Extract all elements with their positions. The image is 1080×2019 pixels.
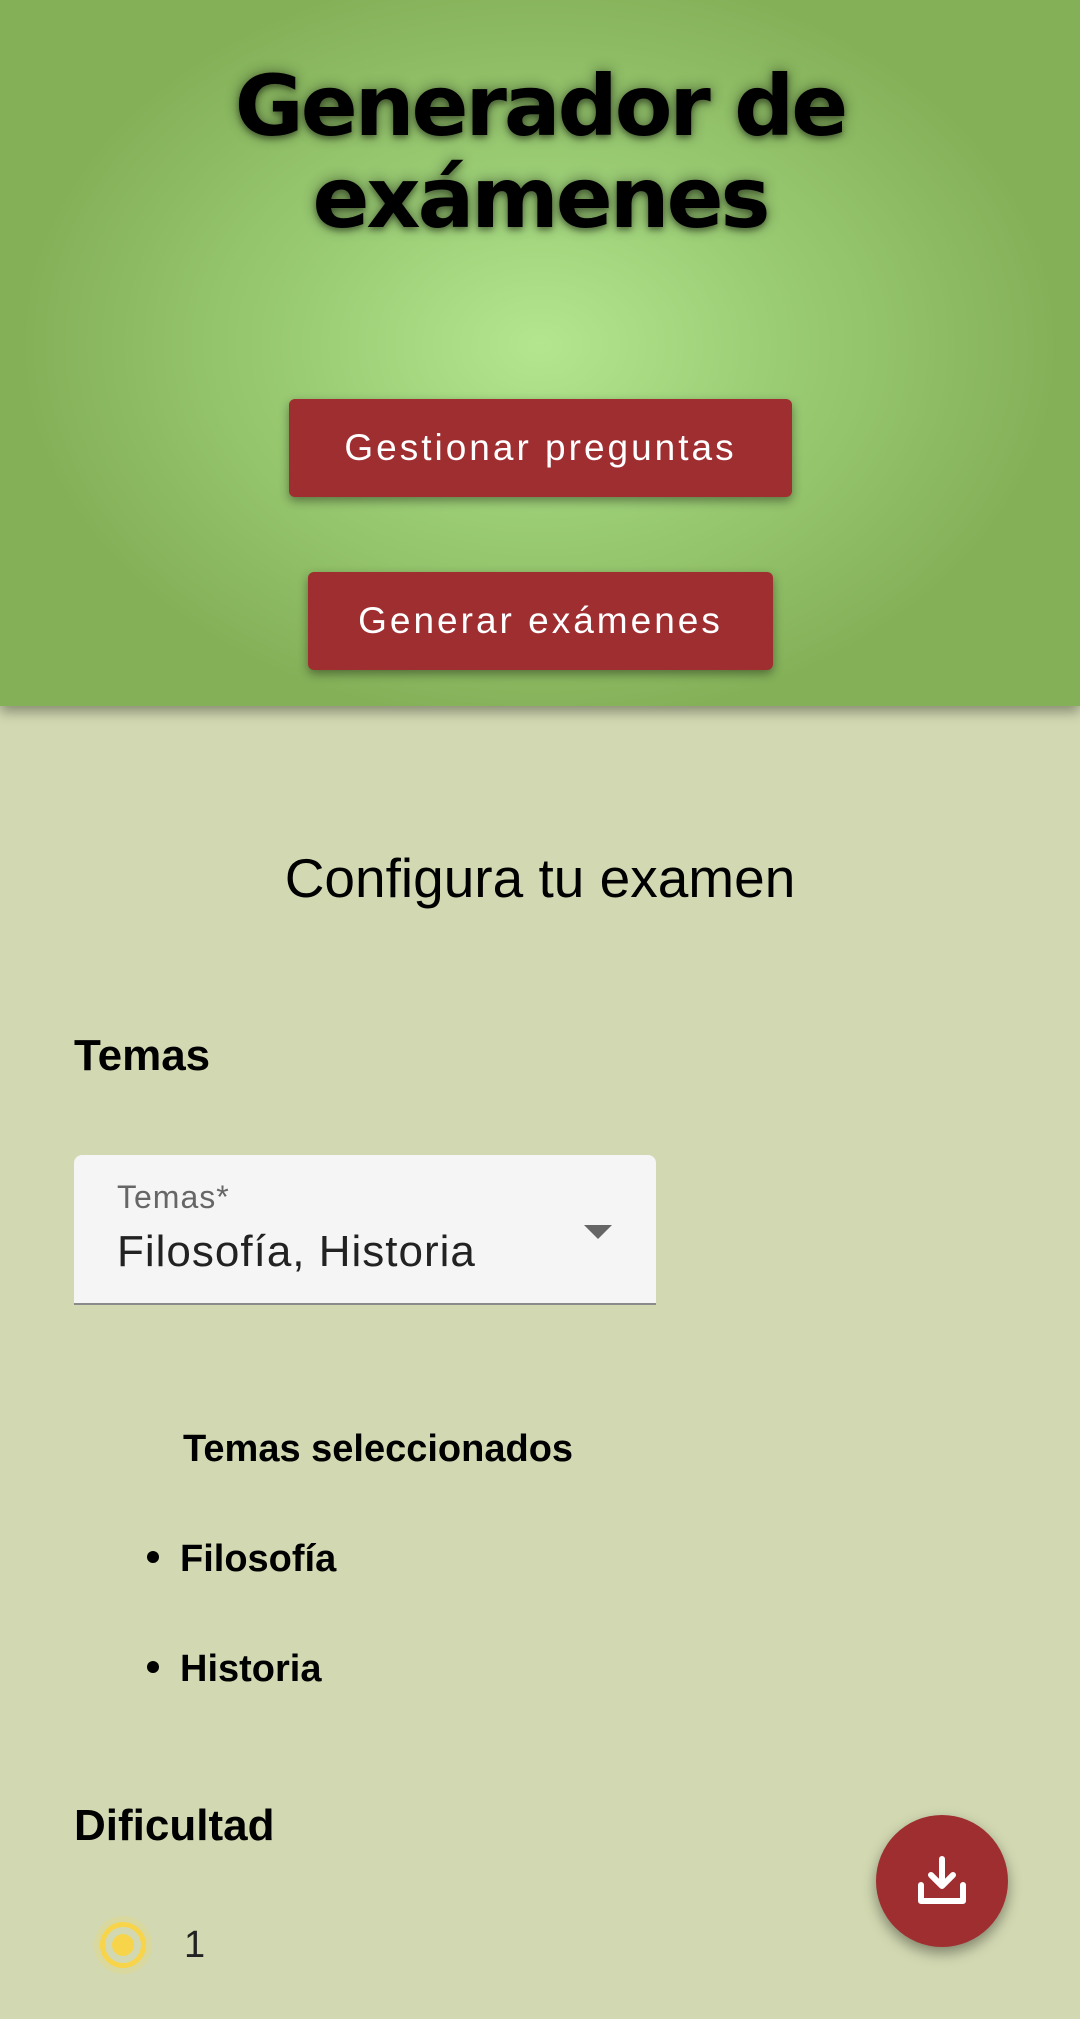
topic-label: Filosofía (180, 1538, 337, 1580)
difficulty-heading: Dificultad (74, 1801, 275, 1850)
topics-select[interactable]: Temas* Filosofía, Historia (74, 1155, 656, 1305)
radio-checked-icon (112, 1934, 134, 1956)
difficulty-option-1[interactable]: 1 (100, 1915, 205, 1975)
app-title: Generador de exámenes (234, 57, 848, 247)
dropdown-arrow-icon[interactable] (584, 1225, 612, 1239)
download-icon (918, 1856, 966, 1904)
selected-topics-title: Temas seleccionados (183, 1428, 574, 1470)
app-header: Generador de exámenes Gestionar pregunta… (0, 0, 1080, 706)
topics-select-value: Filosofía, Historia (117, 1227, 476, 1276)
bullet-icon (147, 1660, 159, 1673)
manage-questions-button[interactable]: Gestionar preguntas (289, 399, 792, 497)
list-item: Historia (147, 1648, 321, 1691)
topics-heading: Temas (74, 1031, 211, 1080)
list-item: Filosofía (147, 1538, 336, 1581)
section-title: Configura tu examen (284, 847, 796, 909)
topics-select-label: Temas* (117, 1179, 230, 1215)
bullet-icon (147, 1550, 159, 1563)
topic-label: Historia (180, 1648, 322, 1690)
difficulty-option-label: 1 (184, 1923, 206, 1966)
generate-exams-button[interactable]: Generar exámenes (308, 572, 773, 670)
download-button[interactable] (876, 1815, 1008, 1947)
radio-button[interactable] (100, 1922, 146, 1968)
